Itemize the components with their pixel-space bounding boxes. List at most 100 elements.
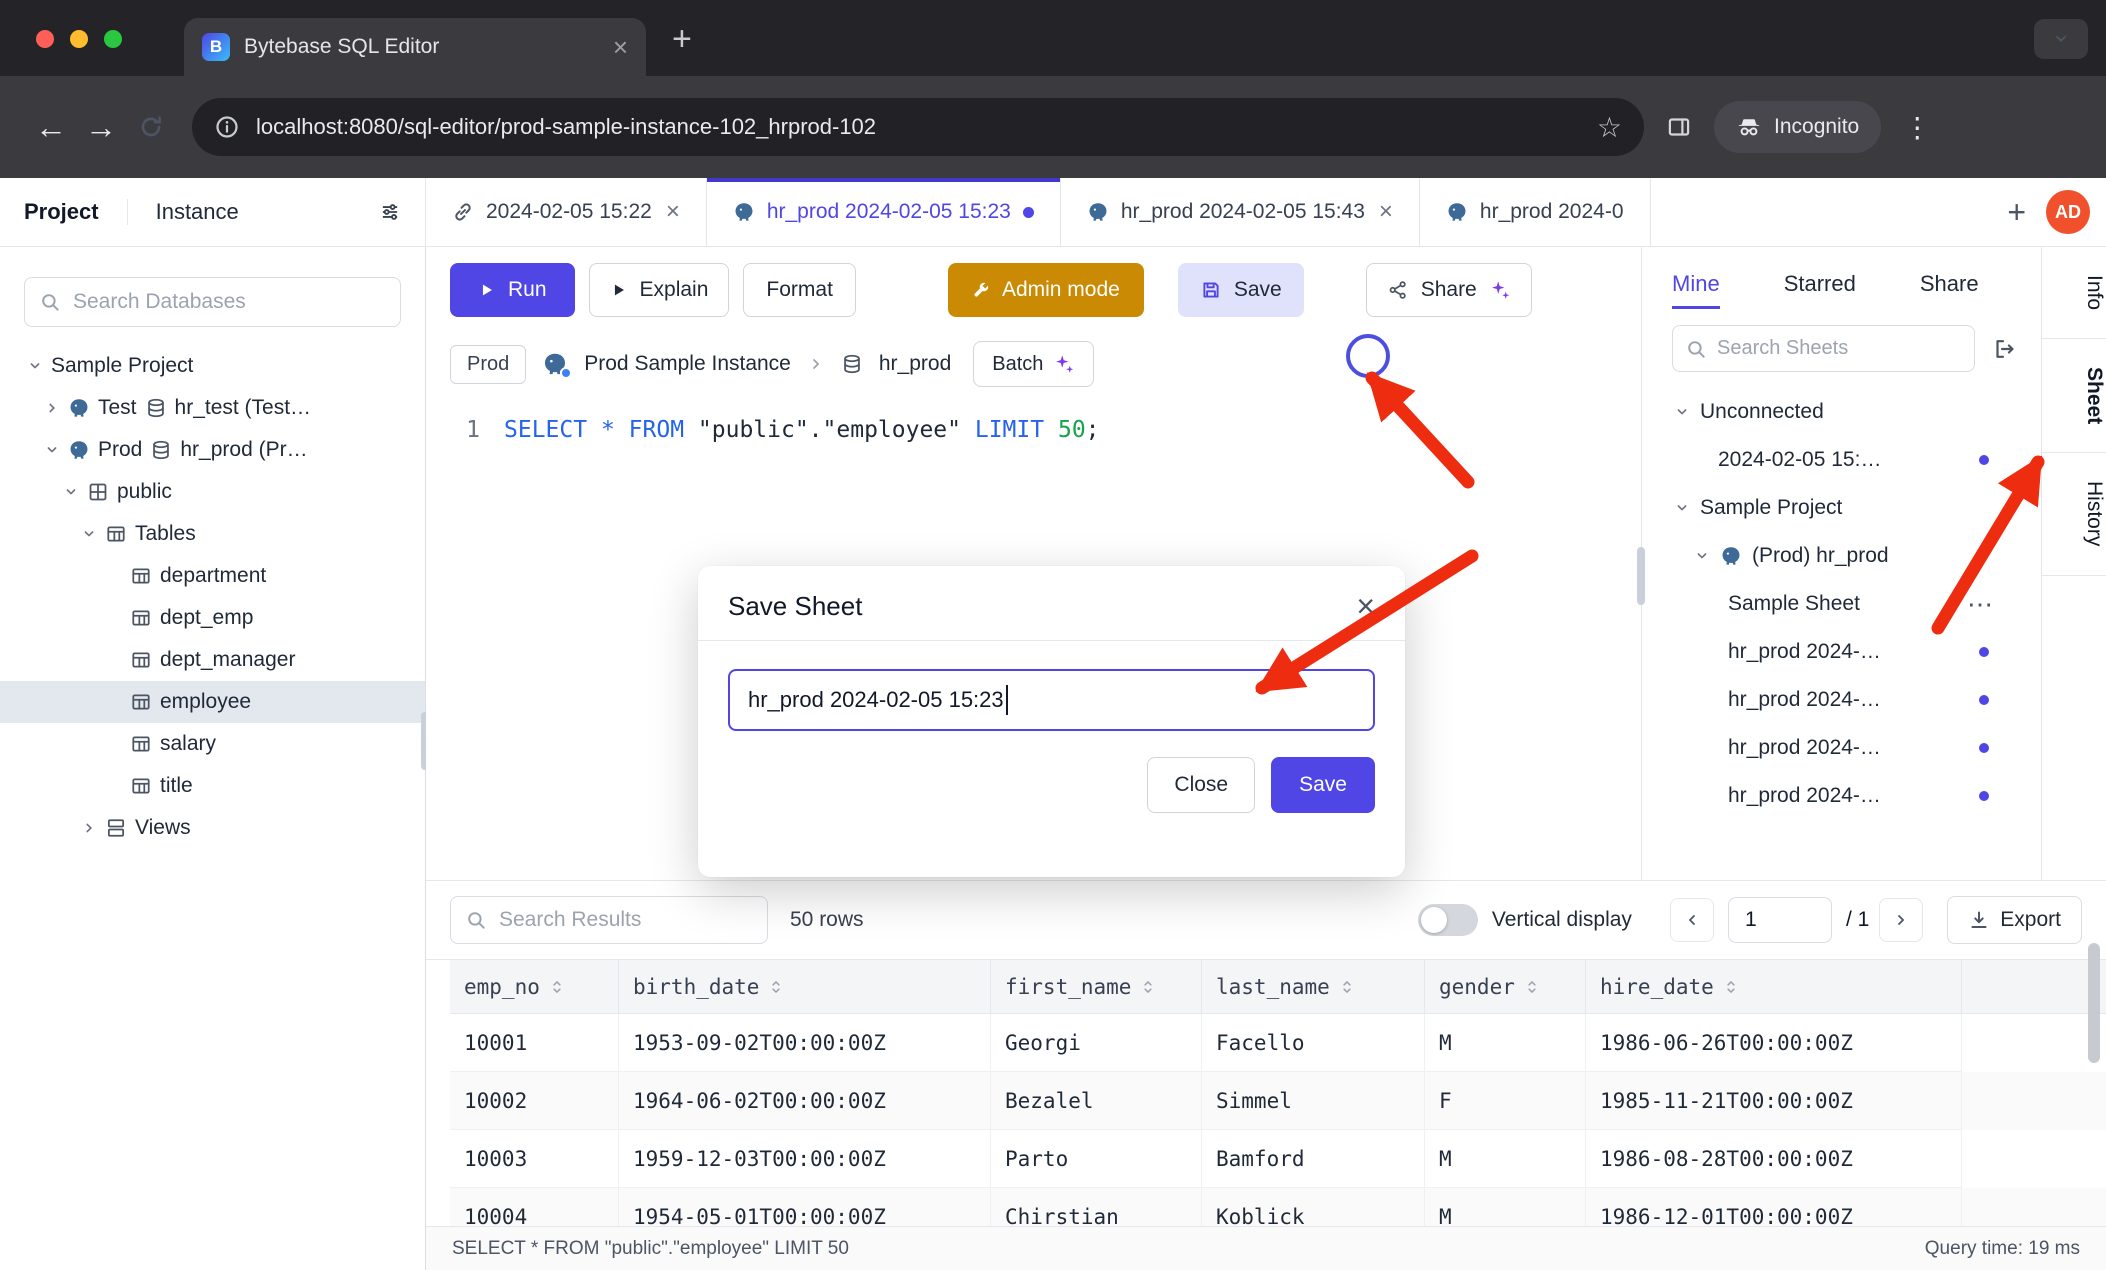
browser-menu-icon[interactable]: ⋮ xyxy=(1903,111,1931,144)
panel-resize-handle[interactable] xyxy=(1637,547,1645,605)
bookmark-star-icon[interactable]: ☆ xyxy=(1597,111,1622,144)
sheet-item[interactable]: hr_prod 2024-… xyxy=(1642,628,2041,676)
sheet-item[interactable]: Unconnected xyxy=(1642,388,2041,436)
site-info-icon[interactable] xyxy=(214,114,240,140)
vertical-scrollbar[interactable] xyxy=(2088,943,2100,1063)
new-browser-tab-button[interactable]: + xyxy=(672,20,692,59)
batch-button[interactable]: Batch xyxy=(973,341,1094,387)
query-time: Query time: 19 ms xyxy=(1925,1238,2080,1260)
page-number-input[interactable]: 1 xyxy=(1728,897,1832,943)
project-tab[interactable]: Project xyxy=(24,199,99,225)
column-header-emp_no[interactable]: emp_no xyxy=(450,960,619,1014)
next-page-button[interactable] xyxy=(1879,898,1923,942)
run-button[interactable]: Run xyxy=(450,263,575,317)
sheet-item[interactable]: (Prod) hr_prod xyxy=(1642,532,2041,580)
editor-tab[interactable]: hr_prod 2024-02-05 15:23 xyxy=(707,178,1061,246)
search-results-placeholder: Search Results xyxy=(499,908,641,932)
tree-item-dept_emp[interactable]: dept_emp xyxy=(0,597,425,639)
side-tab-sheet[interactable]: Sheet xyxy=(2042,339,2106,453)
editor-tab[interactable]: 2024-02-05 15:22× xyxy=(426,178,707,246)
sort-icon xyxy=(1139,978,1157,996)
search-sheets-input[interactable]: Search Sheets xyxy=(1672,325,1975,372)
sql-code-line[interactable]: 1 SELECT * FROM "public"."employee" LIMI… xyxy=(426,387,1641,443)
column-header-last_name[interactable]: last_name xyxy=(1202,960,1425,1014)
tree-item-title[interactable]: title xyxy=(0,765,425,807)
prev-page-button[interactable] xyxy=(1670,898,1714,942)
database-name[interactable]: hr_prod xyxy=(879,352,951,376)
instance-tab[interactable]: Instance xyxy=(156,199,239,225)
tab-search-button[interactable] xyxy=(2034,19,2088,59)
column-header-first_name[interactable]: first_name xyxy=(991,960,1202,1014)
tree-item-employee[interactable]: employee xyxy=(0,681,425,723)
tree-item-label: Sample Project xyxy=(51,354,193,378)
collapse-panel-icon[interactable] xyxy=(1991,336,2017,362)
table-row[interactable]: 100041954-05-01T00:00:00ZChirstianKoblic… xyxy=(450,1188,2106,1226)
table-row[interactable]: 100031959-12-03T00:00:00ZPartoBamfordM19… xyxy=(450,1130,2106,1188)
sheet-item[interactable]: hr_prod 2024-… xyxy=(1642,772,2041,820)
sheet-item[interactable]: hr_prod 2024-… xyxy=(1642,724,2041,772)
export-button[interactable]: Export xyxy=(1947,896,2082,944)
column-header-gender[interactable]: gender xyxy=(1425,960,1586,1014)
back-button[interactable]: ← xyxy=(26,102,76,152)
maximize-window-button[interactable] xyxy=(104,30,122,48)
format-button[interactable]: Format xyxy=(743,263,856,317)
side-tab-history[interactable]: History xyxy=(2042,453,2106,575)
search-databases-input[interactable]: Search Databases xyxy=(24,277,401,327)
more-options-icon[interactable]: ⋯ xyxy=(1967,589,1995,620)
postgres-icon xyxy=(1446,201,1468,223)
table-cell: Parto xyxy=(991,1130,1202,1188)
side-tab-info[interactable]: Info xyxy=(2042,247,2106,339)
chevron-down-icon xyxy=(1674,500,1690,516)
address-bar[interactable]: localhost:8080/sql-editor/prod-sample-in… xyxy=(192,98,1644,156)
traffic-lights xyxy=(36,30,122,48)
close-browser-tab-icon[interactable]: × xyxy=(613,32,628,63)
dialog-close-icon[interactable]: × xyxy=(1356,590,1375,622)
sheet-tab-share[interactable]: Share xyxy=(1920,271,1979,309)
close-tab-icon[interactable]: × xyxy=(1379,198,1393,226)
sheet-item[interactable]: 2024-02-05 15:… xyxy=(1642,436,2041,484)
instance-name[interactable]: Prod Sample Instance xyxy=(584,352,791,376)
tree-item-dept_manager[interactable]: dept_manager xyxy=(0,639,425,681)
tree-item-Tables[interactable]: Tables xyxy=(0,513,425,555)
side-panel-icon[interactable] xyxy=(1666,114,1692,140)
sheet-tab-starred[interactable]: Starred xyxy=(1784,271,1856,309)
tree-item-salary[interactable]: salary xyxy=(0,723,425,765)
sheet-item[interactable]: Sample Project xyxy=(1642,484,2041,532)
sheet-item[interactable]: hr_prod 2024-… xyxy=(1642,676,2041,724)
dialog-close-button[interactable]: Close xyxy=(1147,757,1255,813)
tree-item-Test[interactable]: Testhr_test (Test… xyxy=(0,387,425,429)
save-button[interactable]: Save xyxy=(1178,263,1304,317)
sheet-item-label: hr_prod 2024-… xyxy=(1728,640,1881,664)
minimize-window-button[interactable] xyxy=(70,30,88,48)
share-button[interactable]: Share xyxy=(1366,263,1532,317)
tree-item-Views[interactable]: Views xyxy=(0,807,425,849)
reload-button[interactable] xyxy=(126,102,176,152)
search-results-input[interactable]: Search Results xyxy=(450,896,768,944)
table-row[interactable]: 100021964-06-02T00:00:00ZBezalelSimmelF1… xyxy=(450,1072,2106,1130)
admin-mode-button[interactable]: Admin mode xyxy=(948,263,1144,317)
vertical-display-toggle[interactable] xyxy=(1418,904,1478,936)
sheet-item[interactable]: Sample Sheet⋯ xyxy=(1642,580,2041,628)
close-window-button[interactable] xyxy=(36,30,54,48)
explain-button[interactable]: Explain xyxy=(589,263,730,317)
editor-tab[interactable]: hr_prod 2024-0 xyxy=(1420,178,1651,246)
sheet-tab-mine[interactable]: Mine xyxy=(1672,271,1720,309)
dialog-save-button[interactable]: Save xyxy=(1271,757,1375,813)
tree-item-Prod[interactable]: Prodhr_prod (Pr… xyxy=(0,429,425,471)
editor-tab[interactable]: hr_prod 2024-02-05 15:43× xyxy=(1061,178,1420,246)
table-row[interactable]: 100011953-09-02T00:00:00ZGeorgiFacelloM1… xyxy=(450,1014,2106,1072)
close-tab-icon[interactable]: × xyxy=(666,198,680,226)
column-header-hire_date[interactable]: hire_date xyxy=(1586,960,1962,1014)
forward-button[interactable]: → xyxy=(76,102,126,152)
tree-item-SampleProject[interactable]: Sample Project xyxy=(0,345,425,387)
column-header-birth_date[interactable]: birth_date xyxy=(619,960,991,1014)
tree-item-public[interactable]: public xyxy=(0,471,425,513)
new-sheet-tab-button[interactable]: + xyxy=(1987,178,2046,246)
filter-sliders-icon[interactable] xyxy=(379,201,401,223)
avatar[interactable]: AD xyxy=(2046,190,2090,234)
tree-item-department[interactable]: department xyxy=(0,555,425,597)
table-icon xyxy=(130,775,152,797)
sheet-name-input[interactable]: hr_prod 2024-02-05 15:23 xyxy=(728,669,1375,731)
incognito-badge: Incognito xyxy=(1714,101,1881,153)
browser-tab[interactable]: B Bytebase SQL Editor × xyxy=(184,18,646,76)
